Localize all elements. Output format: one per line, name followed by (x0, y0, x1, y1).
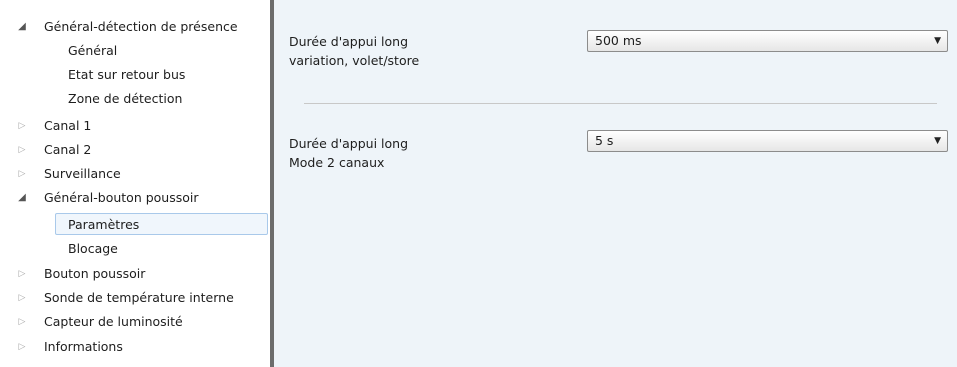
collapsed-arrow-icon[interactable]: ▷ (16, 311, 28, 333)
tree-item-surveillance[interactable]: ▷ Surveillance (0, 163, 268, 185)
param-label-long-press-variation: Durée d'appui long variation, volet/stor… (289, 32, 419, 70)
tree-item-label: Paramètres (68, 217, 140, 232)
long-press-2-channels-dropdown[interactable]: 5 s ▼ (587, 130, 948, 152)
expanded-arrow-icon[interactable]: ◢ (16, 187, 28, 209)
tree-item-capteur-luminosite[interactable]: ▷ Capteur de luminosité (0, 311, 268, 333)
chevron-down-icon[interactable]: ▼ (934, 131, 941, 151)
tree-item-informations[interactable]: ▷ Informations (0, 336, 268, 358)
tree-item-general-bouton-poussoir[interactable]: ◢ Général-bouton poussoir (0, 187, 268, 209)
separator (304, 103, 937, 104)
tree-item-canal-1[interactable]: ▷ Canal 1 (0, 115, 268, 137)
tree-item-label: Zone de détection (68, 91, 183, 106)
tree-item-label: Bouton poussoir (44, 266, 146, 281)
tree-item-label: Général (68, 43, 118, 58)
tree-item-label: Canal 2 (44, 142, 92, 157)
chevron-down-icon[interactable]: ▼ (934, 31, 941, 51)
tree-item-etat-retour-bus[interactable]: Etat sur retour bus (0, 64, 268, 86)
tree-item-canal-2[interactable]: ▷ Canal 2 (0, 139, 268, 161)
dropdown-value: 5 s (595, 133, 614, 148)
parameter-tree: ◢ Général-détection de présence Général … (0, 0, 274, 367)
tree-item-bouton-poussoir[interactable]: ▷ Bouton poussoir (0, 263, 268, 285)
tree-item-parametres[interactable]: Paramètres (55, 213, 268, 235)
tree-item-label: Surveillance (44, 166, 121, 181)
tree-item-blocage[interactable]: Blocage (0, 238, 268, 260)
param-label-line: Durée d'appui long (289, 136, 409, 151)
collapsed-arrow-icon[interactable]: ▷ (16, 139, 28, 161)
tree-item-label: Canal 1 (44, 118, 92, 133)
tree-item-general[interactable]: Général (0, 40, 268, 62)
long-press-variation-dropdown[interactable]: 500 ms ▼ (587, 30, 948, 52)
tree-item-general-detection-presence[interactable]: ◢ Général-détection de présence (0, 16, 268, 38)
tree-item-label: Etat sur retour bus (68, 67, 186, 82)
param-label-line: variation, volet/store (289, 53, 420, 68)
param-label-line: Durée d'appui long (289, 34, 409, 49)
expanded-arrow-icon[interactable]: ◢ (16, 16, 28, 38)
param-label-line: Mode 2 canaux (289, 155, 385, 170)
collapsed-arrow-icon[interactable]: ▷ (16, 287, 28, 309)
tree-item-label: Sonde de température interne (44, 290, 234, 305)
tree-item-sonde-temperature-interne[interactable]: ▷ Sonde de température interne (0, 287, 268, 309)
collapsed-arrow-icon[interactable]: ▷ (16, 163, 28, 185)
collapsed-arrow-icon[interactable]: ▷ (16, 336, 28, 358)
dropdown-value: 500 ms (595, 33, 642, 48)
collapsed-arrow-icon[interactable]: ▷ (16, 263, 28, 285)
tree-item-label: Général-détection de présence (44, 19, 238, 34)
tree-item-label: Informations (44, 339, 123, 354)
parameter-panel: Durée d'appui long variation, volet/stor… (274, 0, 957, 367)
param-label-long-press-2-channels: Durée d'appui long Mode 2 canaux (289, 134, 408, 172)
collapsed-arrow-icon[interactable]: ▷ (16, 115, 28, 137)
tree-item-label: Capteur de luminosité (44, 314, 183, 329)
tree-item-label: Général-bouton poussoir (44, 190, 199, 205)
tree-item-label: Blocage (68, 241, 118, 256)
tree-item-zone-detection[interactable]: Zone de détection (0, 88, 268, 110)
